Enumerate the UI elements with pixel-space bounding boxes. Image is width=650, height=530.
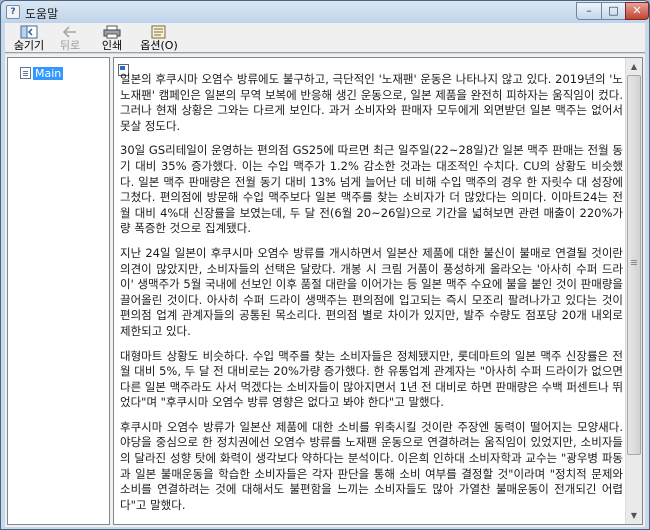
print-button[interactable]: 인쇄 <box>95 24 129 52</box>
print-label: 인쇄 <box>101 39 123 52</box>
grip-icon <box>631 260 637 261</box>
paragraph: 30일 GS리테일이 운영하는 편의점 GS25에 따르면 최근 일주일(22~… <box>120 143 623 236</box>
options-label: 옵션(O) <box>140 39 178 52</box>
navigation-pane: Main <box>7 57 110 525</box>
title-bar[interactable]: ? 도움말 – □ ✕ <box>1 1 649 23</box>
hide-icon <box>9 25 49 39</box>
topic-content-pane: 일본의 후쿠시마 오염수 방류에도 불구하고, 극단적인 '노재팬' 운동은 나… <box>113 57 643 525</box>
minimize-button[interactable]: – <box>576 2 602 20</box>
hide-button[interactable]: 숨기기 <box>9 24 49 52</box>
paragraph: 일본의 후쿠시마 오염수 방류에도 불구하고, 극단적인 '노재팬' 운동은 나… <box>120 72 623 133</box>
hide-label: 숨기기 <box>13 39 45 52</box>
tree-item-label: Main <box>33 66 64 80</box>
vertical-scrollbar[interactable]: ▲ ▼ <box>625 58 642 524</box>
window-title: 도움말 <box>25 7 59 21</box>
options-icon <box>135 25 183 39</box>
pane-area: Main 일본의 후쿠시마 오염수 방류에도 불구하고, 극단적인 '노재팬' … <box>5 54 645 527</box>
paragraph: 후쿠시마 오염수 방류가 일본산 제품에 대한 소비를 위축시킬 것이란 주장엔… <box>120 419 623 512</box>
maximize-button[interactable]: □ <box>601 2 626 20</box>
paragraph: 대형마트 상황도 비슷하다. 수입 맥주를 찾는 소비자들은 정체됐지만, 롯데… <box>120 348 623 410</box>
close-button[interactable]: ✕ <box>625 2 649 20</box>
scroll-up-icon[interactable]: ▲ <box>626 58 642 75</box>
tree-item-main[interactable]: Main <box>20 66 64 80</box>
toolbar: 숨기기 뒤로 인쇄 옵션(O) <box>5 23 645 53</box>
article-body: 일본의 후쿠시마 오염수 방류에도 불구하고, 극단적인 '노재팬' 운동은 나… <box>120 72 623 522</box>
print-icon <box>95 25 129 39</box>
help-window: ? 도움말 – □ ✕ 숨기기 뒤로 인쇄 옵션(O) Main 일본의 후쿠시… <box>0 0 650 530</box>
back-button[interactable]: 뒤로 <box>53 24 87 52</box>
paragraph: 지난 24일 일본이 후쿠시마 오염수 방류를 개시하면서 일본산 제품에 대한… <box>120 245 623 338</box>
back-label: 뒤로 <box>59 39 81 52</box>
scroll-down-icon[interactable]: ▼ <box>626 507 642 524</box>
scrollbar-thumb[interactable] <box>627 75 641 455</box>
options-button[interactable]: 옵션(O) <box>135 24 183 52</box>
help-app-icon: ? <box>6 5 20 19</box>
topic-page-icon <box>20 67 31 79</box>
back-arrow-icon <box>53 25 87 39</box>
